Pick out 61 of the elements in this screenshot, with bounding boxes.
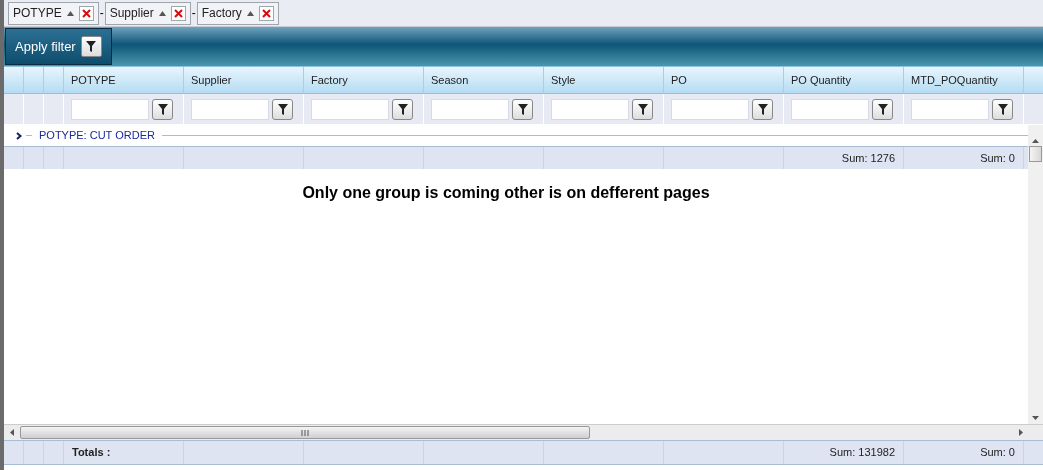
scroll-right-icon[interactable]: [1019, 429, 1023, 436]
filter-icon: [997, 103, 1008, 115]
filter-button[interactable]: [992, 98, 1013, 120]
column-header[interactable]: Factory: [304, 67, 424, 93]
remove-button[interactable]: [170, 5, 186, 21]
filter-field[interactable]: [431, 98, 509, 120]
filter-icon: [757, 103, 768, 115]
total-sum: Sum: 0: [980, 445, 1015, 461]
group-chip[interactable]: Supplier: [104, 1, 191, 25]
column-header[interactable]: Supplier: [184, 67, 304, 93]
filter-icon: [277, 103, 288, 115]
filter-field[interactable]: [71, 98, 149, 120]
filter-button[interactable]: [152, 98, 173, 120]
expand-chevron-icon[interactable]: [16, 131, 22, 140]
column-header[interactable]: POTYPE: [64, 67, 184, 93]
close-icon: [261, 8, 271, 18]
column-header[interactable]: MTD_POQuantity: [904, 67, 1024, 93]
scroll-left-icon[interactable]: [10, 429, 14, 436]
scroll-down-icon[interactable]: [1032, 416, 1039, 420]
group-sum: Sum: 1276: [841, 150, 895, 166]
total-sum: Sum: 131982: [829, 445, 895, 461]
horizontal-scrollbar[interactable]: [4, 424, 1043, 440]
filter-field[interactable]: [551, 98, 629, 120]
column-header[interactable]: Style: [544, 67, 664, 93]
scroll-thumb[interactable]: [1029, 146, 1042, 162]
filter-icon: [517, 103, 528, 115]
column-header[interactable]: Season: [424, 67, 544, 93]
apply-filter-button[interactable]: Apply filter: [5, 28, 112, 65]
filter-icon: [86, 41, 97, 52]
group-separator: -: [190, 5, 197, 22]
filter-field[interactable]: [911, 98, 989, 120]
remove-button[interactable]: [258, 5, 274, 21]
filter-button[interactable]: [632, 98, 653, 120]
vertical-scrollbar[interactable]: [1028, 125, 1043, 424]
remove-button[interactable]: [78, 5, 94, 21]
filter-button[interactable]: [272, 98, 293, 120]
group-separator: -: [98, 5, 105, 22]
scroll-up-icon[interactable]: [1032, 139, 1039, 143]
group-chip[interactable]: POTYPE: [8, 1, 99, 25]
filter-button[interactable]: [392, 98, 413, 120]
filter-icon: [877, 103, 888, 115]
filter-field[interactable]: [191, 98, 269, 120]
group-row-label: POTYPE: CUT ORDER: [38, 128, 156, 144]
filter-field[interactable]: [671, 98, 749, 120]
filter-field[interactable]: [791, 98, 869, 120]
filter-icon: [397, 103, 408, 115]
filter-field[interactable]: [311, 98, 389, 120]
filter-button[interactable]: [752, 98, 773, 120]
column-header[interactable]: PO: [664, 67, 784, 93]
filter-icon: [637, 103, 648, 115]
filter-button[interactable]: [512, 98, 533, 120]
column-header[interactable]: PO Quantity: [784, 67, 904, 93]
filter-button[interactable]: [872, 98, 893, 120]
close-icon: [173, 8, 183, 18]
close-icon: [81, 8, 91, 18]
grip-icon: [301, 429, 309, 436]
group-chip[interactable]: Factory: [196, 1, 279, 25]
annotation-text: Only one group is coming other is on defferent pages: [302, 183, 710, 203]
totals-label: Totals :: [72, 445, 111, 461]
group-sum: Sum: 0: [980, 150, 1015, 166]
filter-icon: [157, 103, 168, 115]
